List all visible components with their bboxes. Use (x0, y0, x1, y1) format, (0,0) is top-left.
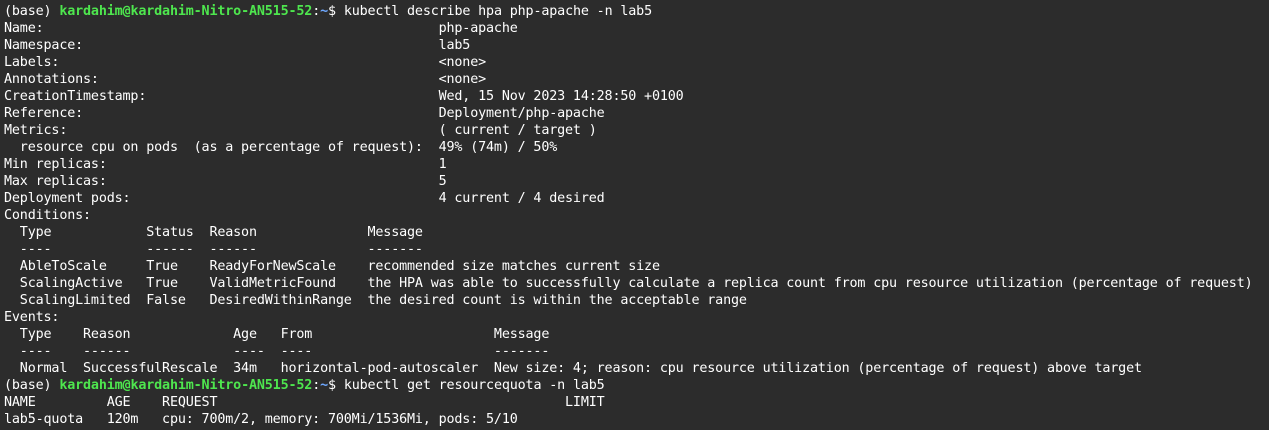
output-line: Metrics: ( current / target ) (4, 123, 597, 138)
output-line: Name: php-apache (4, 21, 518, 36)
output-line: Namespace: lab5 (4, 38, 471, 53)
conda-env: (base) (4, 4, 60, 19)
terminal-window[interactable]: (base) kardahim@kardahim-Nitro-AN515-52:… (0, 0, 1269, 430)
output-line: CreationTimestamp: Wed, 15 Nov 2023 14:2… (4, 89, 684, 104)
output-line: resource cpu on pods (as a percentage of… (4, 140, 558, 155)
output-line: Labels: <none> (4, 55, 487, 70)
prompt-separator: : (312, 4, 321, 19)
current-path: ~ (320, 4, 328, 19)
prompt-line: (base) kardahim@kardahim-Nitro-AN515-52:… (4, 3, 1269, 20)
output-line: Normal SuccessfulRescale 34m horizontal-… (4, 361, 1142, 376)
user-host: kardahim@kardahim-Nitro-AN515-52 (59, 4, 313, 19)
output-line: Events: (4, 310, 60, 325)
output-line: Max replicas: 5 (4, 174, 447, 189)
current-path: ~ (320, 378, 328, 393)
prompt-separator: : (312, 378, 321, 393)
output-line: AbleToScale True ReadyForNewScale recomm… (4, 259, 660, 274)
output-line: ScalingActive True ValidMetricFound the … (4, 276, 1253, 291)
command-text: kubectl describe hpa php-apache -n lab5 (343, 4, 652, 19)
output-line: Reference: Deployment/php-apache (4, 106, 605, 121)
output-line: Conditions: (4, 208, 91, 223)
command-text: kubectl get resourcequota -n lab5 (343, 378, 605, 393)
output-line: Min replicas: 1 (4, 157, 447, 172)
output-line: Type Reason Age From Message (4, 327, 550, 342)
prompt-symbol: $ (328, 4, 344, 19)
output-line: Annotations: <none> (4, 72, 487, 87)
prompt-line: (base) kardahim@kardahim-Nitro-AN515-52:… (4, 377, 1269, 394)
quota-row: lab5-quota 120m cpu: 700m/2, memory: 700… (4, 412, 518, 427)
prompt-symbol: $ (328, 378, 344, 393)
output-line: Deployment pods: 4 current / 4 desired (4, 191, 605, 206)
conda-env: (base) (4, 378, 60, 393)
output-line: Type Status Reason Message (4, 225, 423, 240)
user-host: kardahim@kardahim-Nitro-AN515-52 (59, 378, 313, 393)
quota-header: NAME AGE REQUEST LIMIT (4, 395, 605, 410)
output-line: ---- ------ ------ ------- (4, 242, 423, 257)
output-line: ---- ------ ---- ---- ------- (4, 344, 550, 359)
output-line: ScalingLimited False DesiredWithinRange … (4, 293, 747, 308)
